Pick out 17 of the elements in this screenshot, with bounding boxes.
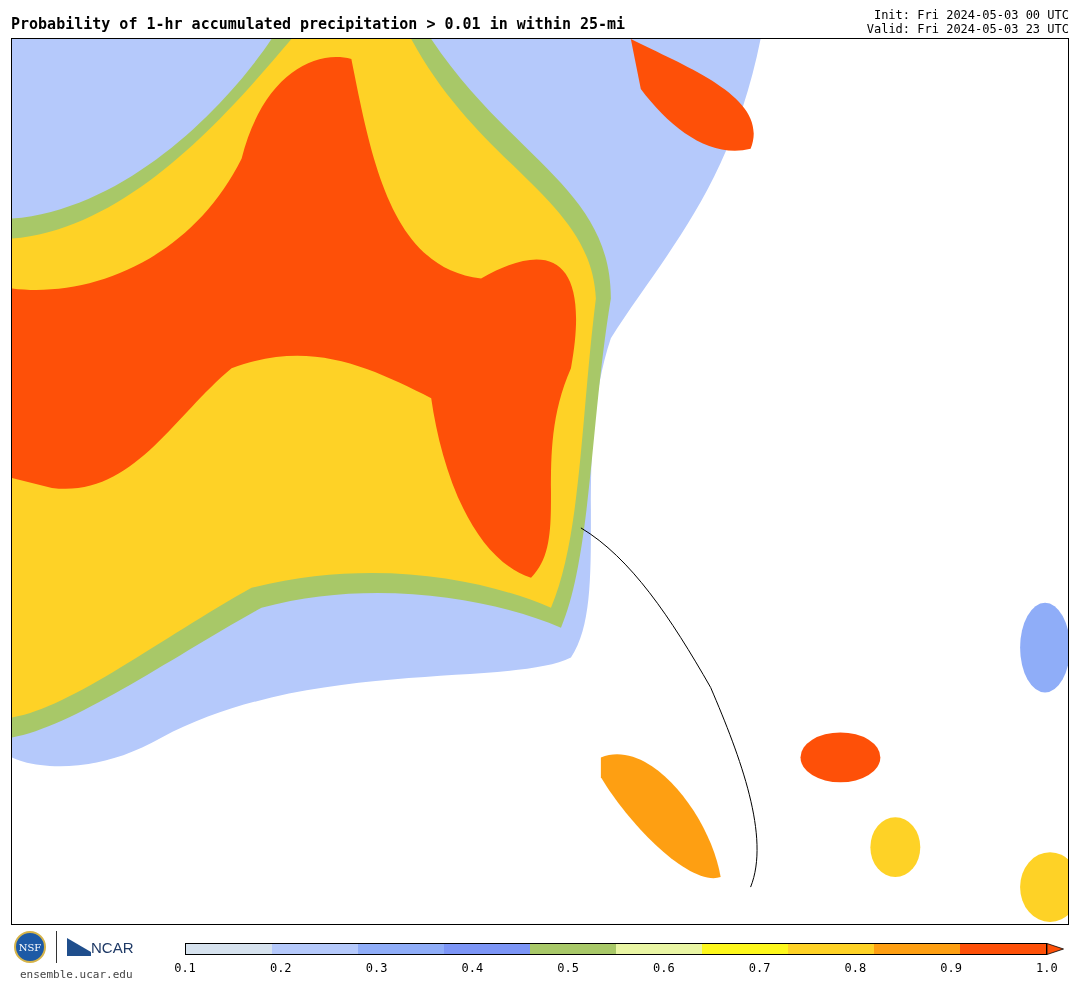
- sail-icon: [67, 938, 91, 956]
- chart-title: Probability of 1-hr accumulated precipitation > 0.01 in within 25-mi: [11, 15, 626, 35]
- tick-label: 0.8: [843, 961, 868, 975]
- site-url: ensemble.ucar.edu: [19, 968, 133, 981]
- tick-label: 0.1: [173, 961, 197, 975]
- tick-label: 0.3: [364, 961, 389, 975]
- tick-label: 0.4: [460, 961, 485, 975]
- tick-label: 0.7: [747, 961, 772, 975]
- tick-label: 1.0: [1035, 961, 1059, 975]
- init-time: Init: Fri 2024-05-03 00 UTC: [872, 8, 1069, 22]
- tick-label: 0.2: [268, 961, 293, 975]
- valid-time: Valid: Fri 2024-05-03 23 UTC: [866, 22, 1069, 36]
- tick-label: 0.9: [939, 961, 963, 975]
- tick-label: 0.6: [652, 961, 676, 975]
- nsf-logo: NSF: [14, 931, 46, 963]
- ncar-logo: NCAR: [91, 938, 134, 956]
- tick-label: 0.5: [556, 961, 580, 975]
